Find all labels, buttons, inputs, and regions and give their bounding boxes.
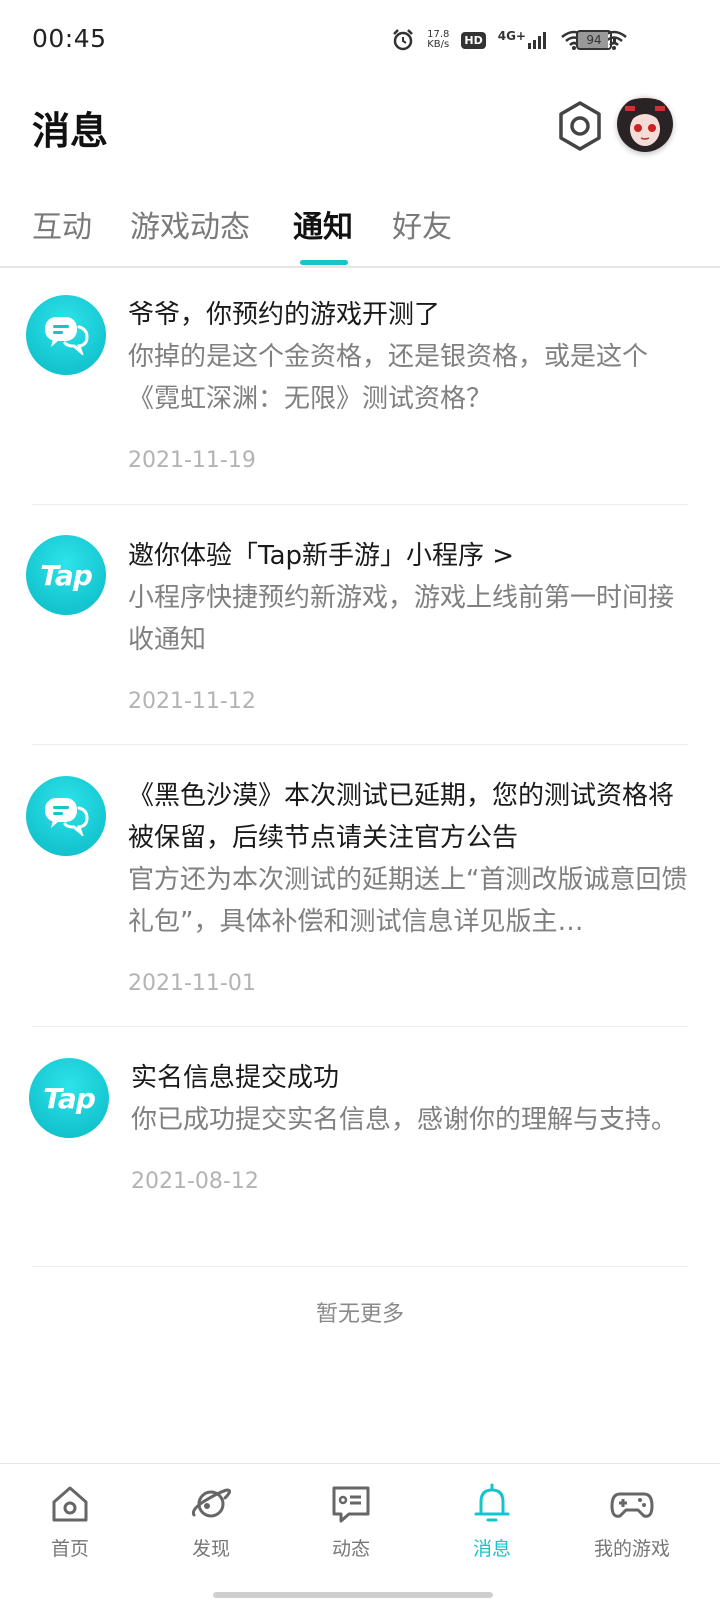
home-icon: [52, 1486, 88, 1522]
nav-label: 动态: [331, 1538, 370, 1560]
chat-bubble-icon: [26, 776, 106, 856]
item-date: 2021-11-01: [128, 971, 256, 996]
chat-bubble-icon: [26, 295, 106, 375]
status-time: 00:45: [32, 24, 107, 53]
nav-label: 我的游戏: [593, 1538, 670, 1560]
nav-feed[interactable]: 动态: [291, 1482, 411, 1561]
home-indicator[interactable]: [213, 1592, 493, 1598]
gamepad-icon: [610, 1492, 654, 1518]
nav-home[interactable]: 首页: [10, 1482, 130, 1561]
cellular-signal-icon: 4G+: [497, 29, 548, 49]
item-title: 邀你体验「Tap新手游」小程序 >: [128, 541, 515, 571]
item-body: 邀你体验「Tap新手游」小程序 > 小程序快捷预约新游戏，游戏上线前第一时间接收…: [128, 535, 688, 714]
tab-friends[interactable]: 好友: [392, 202, 452, 246]
settings-button[interactable]: [548, 94, 612, 158]
tap-logo-icon: Tap: [29, 1058, 109, 1138]
nav-label: 首页: [50, 1538, 89, 1560]
tab-bar: 互动 游戏动态 通知 好友: [0, 190, 720, 268]
battery-level: 94: [586, 33, 602, 47]
item-title: 《黑色沙漠》本次测试已延期，您的测试资格将被保留，后续节点请关注官方公告: [128, 781, 675, 853]
tap-logo-text: Tap: [43, 1081, 96, 1115]
item-date: 2021-08-12: [131, 1169, 259, 1194]
tab-notifications[interactable]: 通知: [293, 202, 353, 246]
planet-icon: [191, 1488, 232, 1518]
avatar[interactable]: [617, 96, 673, 152]
item-date: 2021-11-12: [128, 689, 256, 714]
item-body: 《黑色沙漠》本次测试已延期，您的测试资格将被保留，后续节点请关注官方公告 官方还…: [128, 775, 688, 996]
network-type: 4G+: [497, 29, 526, 43]
feed-icon: [332, 1486, 370, 1523]
item-body: 实名信息提交成功 你已成功提交实名信息，感谢你的理解与支持。 2021-08-1…: [131, 1057, 688, 1194]
bottom-nav: 首页 发现 动态 消息 我的游戏: [0, 1463, 720, 1605]
notification-list: 爷爷，你预约的游戏开测了 你掉的是这个金资格，还是银资格，或是这个《霓虹深渊：无…: [0, 268, 720, 1267]
item-date: 2021-11-19: [128, 448, 256, 473]
gear-icon: [559, 101, 601, 151]
nav-discover[interactable]: 发现: [151, 1482, 271, 1561]
no-more-label: 暂无更多: [315, 1302, 404, 1327]
tab-interaction[interactable]: 互动: [32, 202, 92, 246]
list-item[interactable]: 《黑色沙漠》本次测试已延期，您的测试资格将被保留，后续节点请关注官方公告 官方还…: [26, 745, 688, 1027]
item-title: 爷爷，你预约的游戏开测了: [128, 300, 441, 330]
item-desc: 小程序快捷预约新游戏，游戏上线前第一时间接收通知: [128, 583, 675, 655]
tap-logo-text: Tap: [40, 558, 93, 592]
list-item[interactable]: Tap 实名信息提交成功 你已成功提交实名信息，感谢你的理解与支持。 2021-…: [29, 1027, 688, 1267]
bell-icon: [474, 1483, 510, 1522]
item-body: 爷爷，你预约的游戏开测了 你掉的是这个金资格，还是银资格，或是这个《霓虹深渊：无…: [128, 294, 688, 473]
tab-active-indicator: [300, 260, 348, 265]
alarm-icon: [393, 29, 414, 51]
nav-messages[interactable]: 消息: [432, 1482, 552, 1561]
header: 消息: [0, 88, 720, 168]
battery-icon: 94: [576, 30, 616, 50]
status-bar: 00:45 17.8 KB/s HD 4G+ 94: [0, 0, 720, 80]
net-speed-unit: KB/s: [427, 39, 450, 50]
hd-badge: HD: [461, 31, 486, 49]
list-item[interactable]: 爷爷，你预约的游戏开测了 你掉的是这个金资格，还是银资格，或是这个《霓虹深渊：无…: [26, 268, 688, 505]
nav-label: 发现: [191, 1538, 230, 1560]
page-title: 消息: [32, 109, 109, 153]
avatar-image: [617, 96, 673, 152]
list-item[interactable]: Tap 邀你体验「Tap新手游」小程序 > 小程序快捷预约新游戏，游戏上线前第一…: [26, 505, 688, 745]
net-speed: 17.8 KB/s: [427, 30, 449, 50]
tap-logo-icon: Tap: [26, 535, 106, 615]
item-title: 实名信息提交成功: [131, 1063, 340, 1093]
nav-label: 消息: [472, 1538, 511, 1560]
tab-game-updates[interactable]: 游戏动态: [130, 202, 250, 246]
item-desc: 官方还为本次测试的延期送上“首测改版诚意回馈礼包”，具体补偿和测试信息详见版主…: [128, 865, 688, 937]
nav-my-games[interactable]: 我的游戏: [572, 1482, 692, 1561]
item-desc: 你已成功提交实名信息，感谢你的理解与支持。: [131, 1105, 678, 1135]
item-desc: 你掉的是这个金资格，还是银资格，或是这个《霓虹深渊：无限》测试资格？: [128, 342, 649, 414]
